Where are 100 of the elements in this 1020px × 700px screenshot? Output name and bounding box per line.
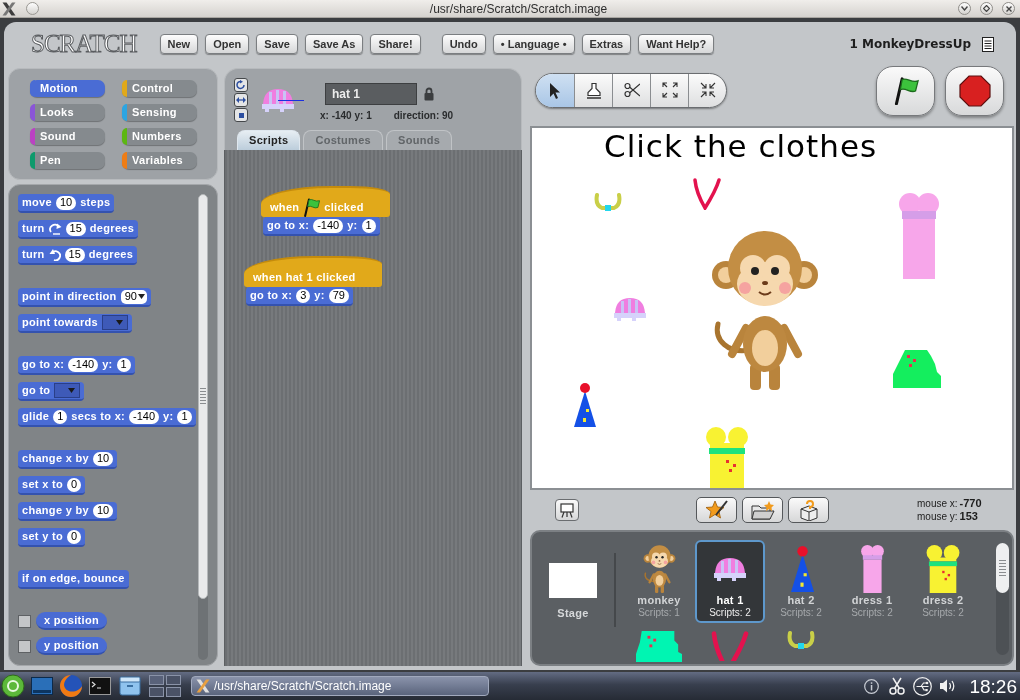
start-menu-icon[interactable] xyxy=(1,674,25,698)
pointer-tool-button[interactable] xyxy=(536,74,574,107)
reporter-block[interactable]: x position xyxy=(36,612,107,630)
scissors-icon[interactable] xyxy=(889,677,906,695)
file-manager-icon[interactable] xyxy=(119,676,141,696)
number-field[interactable]: 1 xyxy=(116,357,131,372)
command-block[interactable]: if on edge, bounce xyxy=(18,570,129,589)
number-field[interactable]: -140 xyxy=(129,409,160,424)
stop-button[interactable] xyxy=(945,66,1004,116)
maximize-button[interactable] xyxy=(980,2,993,15)
command-block[interactable]: turn 15 degrees xyxy=(18,220,139,239)
number-field[interactable]: 10 xyxy=(92,451,114,466)
tab[interactable]: Scripts xyxy=(237,130,301,150)
number-field[interactable]: 1 xyxy=(177,409,192,424)
number-field[interactable]: 15 xyxy=(64,247,85,262)
presentation-mode-button[interactable] xyxy=(555,499,579,521)
sprite-tile[interactable]: monkey Scripts: 1 xyxy=(624,540,694,623)
number-field[interactable]: 10 xyxy=(92,503,114,518)
command-block[interactable]: turn 15 degrees xyxy=(18,246,138,265)
x-logo-icon[interactable] xyxy=(2,1,16,16)
dropdown-field[interactable] xyxy=(54,383,81,398)
toolbar-button[interactable]: Want Help? xyxy=(638,34,715,54)
pager-desktop-icon[interactable] xyxy=(166,675,181,685)
terminal-icon[interactable] xyxy=(89,677,111,695)
project-name: 1 MonkeyDressUp xyxy=(849,36,971,53)
minimize-button[interactable] xyxy=(958,2,971,15)
surprise-sprite-button[interactable] xyxy=(788,497,829,523)
usb-icon[interactable] xyxy=(913,676,933,696)
browser-icon[interactable] xyxy=(59,674,83,698)
command-block[interactable]: go to xyxy=(18,382,85,401)
dropdown-field[interactable]: 90 xyxy=(120,289,147,304)
stamp-icon xyxy=(585,82,602,99)
command-block[interactable]: point towards xyxy=(18,314,132,333)
number-field[interactable]: -140 xyxy=(68,357,99,372)
sprite-name-field[interactable]: hat 1 xyxy=(325,83,417,105)
toolbar-button[interactable]: Save xyxy=(256,34,298,54)
checkbox[interactable] xyxy=(18,639,31,653)
lock-icon[interactable] xyxy=(424,87,434,101)
stage-caption: Click the clothes xyxy=(604,131,878,162)
scrollbar-track[interactable] xyxy=(996,543,1009,655)
dropdown-field[interactable] xyxy=(102,315,128,330)
number-field[interactable]: 3 xyxy=(296,288,311,303)
command-block[interactable]: point in direction 90 xyxy=(18,288,151,307)
shrink-arrows-icon xyxy=(699,82,716,99)
sprite-tile[interactable]: hat 1 Scripts: 2 xyxy=(695,540,765,623)
command-block[interactable]: set y to 0 xyxy=(18,528,86,547)
no-rotate-button[interactable] xyxy=(234,108,248,122)
toolbar-button[interactable]: Save As xyxy=(305,34,364,54)
scratch-logo: SCRATCH xyxy=(30,29,138,59)
number-field[interactable]: 79 xyxy=(328,288,349,303)
number-field[interactable]: 1 xyxy=(53,409,68,424)
command-block[interactable]: change y by 10 xyxy=(18,502,118,521)
volume-icon[interactable] xyxy=(939,678,957,694)
stage-label[interactable]: Stage xyxy=(557,608,589,619)
number-field[interactable]: -140 xyxy=(313,218,344,233)
flag-button[interactable] xyxy=(876,66,935,116)
open-sprite-button[interactable] xyxy=(742,497,783,523)
notes-icon[interactable] xyxy=(982,36,994,52)
rotate-style-button[interactable] xyxy=(234,78,248,92)
command-block[interactable]: go to x: 3 y: 79 xyxy=(246,287,353,306)
desktop-icon[interactable] xyxy=(31,677,53,695)
toolbar-button[interactable]: Undo xyxy=(441,34,486,54)
pager-desktop-icon[interactable] xyxy=(166,687,181,697)
paint-sprite-button[interactable] xyxy=(696,497,737,523)
category-button[interactable]: Motion xyxy=(30,80,105,97)
command-block[interactable]: go to x: -140 y: 1 xyxy=(263,217,380,236)
command-block[interactable]: set x to 0 xyxy=(18,476,86,495)
grip-icon xyxy=(200,388,206,405)
sprite-name: hat 2 xyxy=(787,595,815,606)
command-block[interactable]: move 10 steps xyxy=(18,194,115,213)
sprite-name: hat 1 xyxy=(716,595,744,606)
sprite-tile[interactable]: dress 1 Scripts: 2 xyxy=(837,540,907,623)
sprite-tile[interactable]: dress 2 Scripts: 2 xyxy=(908,540,978,623)
command-block[interactable]: go to x: -140 y: 1 xyxy=(18,356,135,375)
number-field[interactable]: 0 xyxy=(66,477,82,492)
pager-desktop-icon[interactable] xyxy=(149,687,164,697)
checkbox[interactable] xyxy=(18,614,31,628)
necklace-drawing xyxy=(594,193,622,213)
close-button[interactable] xyxy=(1002,2,1015,15)
scrollbar-thumb[interactable] xyxy=(996,543,1009,593)
desktop-pager[interactable] xyxy=(149,675,181,697)
number-field[interactable]: 10 xyxy=(55,195,77,210)
reporter-block[interactable]: y position xyxy=(36,637,107,655)
number-field[interactable]: 0 xyxy=(66,529,82,544)
mouse-y-label: mouse y: xyxy=(917,510,958,523)
toolbar-button[interactable]: Share! xyxy=(370,34,421,54)
toolbar-button[interactable]: New xyxy=(159,34,199,54)
clock[interactable]: 18:26 xyxy=(969,676,1017,696)
taskbar-task-button[interactable]: /usr/share/Scratch/Scratch.image xyxy=(191,676,489,696)
toolbar-button[interactable]: Extras xyxy=(581,34,632,54)
command-block[interactable]: glide 1 secs to x: -140 y: 1 xyxy=(18,408,196,427)
stage-thumbnail[interactable] xyxy=(549,563,597,598)
flip-style-button[interactable] xyxy=(234,93,248,107)
sprite-tile[interactable]: hat 2 Scripts: 2 xyxy=(766,540,836,623)
number-field[interactable]: 1 xyxy=(361,218,376,233)
command-block[interactable]: change x by 10 xyxy=(18,450,118,469)
toolbar-button[interactable]: • Language • xyxy=(492,34,575,54)
info-icon[interactable] xyxy=(864,678,880,694)
toolbar-button[interactable]: Open xyxy=(205,34,250,54)
number-field[interactable]: 15 xyxy=(65,221,86,236)
